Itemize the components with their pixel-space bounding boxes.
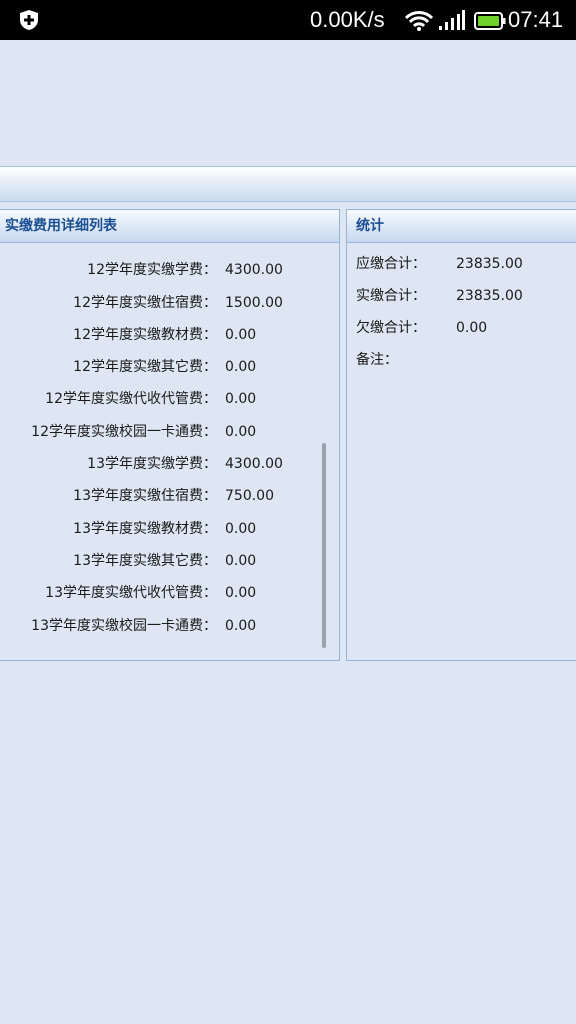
network-speed: 0.00K/s [310,7,385,32]
payable-total-label: 应缴合计： [356,256,426,272]
paid-total-row: 实缴合计： 23835.00 [356,286,523,306]
owed-total-label: 欠缴合计： [356,320,426,336]
item-value: 0.00 [225,585,257,602]
item-label: 13学年度实缴学费： [87,456,217,473]
summary-panel: 统计 应缴合计： 23835.00 实缴合计： 23835.00 欠缴合计： 0… [346,209,576,661]
paid-total-label: 实缴合计： [356,288,426,304]
toolbar-bar [0,166,576,202]
item-value: 1500.00 [225,294,283,311]
list-item: 13学年度实缴住宿费： 750.00 [0,480,339,512]
owed-total-row: 欠缴合计： 0.00 [356,318,487,338]
list-item: 13学年度实缴校园一卡通费： 0.00 [0,610,339,642]
list-item-partial: 11学年度实缴校园一卡通费： 0.00 [0,244,339,254]
item-value: 0.00 [225,391,257,408]
details-scrollbar[interactable] [322,443,326,648]
clock: 07:41 [508,7,564,32]
item-value: 0.00 [225,552,257,569]
item-label: 11学年度实缴校园一卡通费： [31,244,217,254]
item-value: 0.00 [225,520,257,537]
item-value: 0.00 [225,326,257,343]
item-value: 750.00 [225,488,274,505]
list-item: 12学年度实缴学费： 4300.00 [0,254,339,286]
item-label: 12学年度实缴教材费： [73,326,217,343]
list-item: 13学年度实缴教材费： 0.00 [0,513,339,545]
paid-total-value: 23835.00 [456,288,523,304]
item-value: 0.00 [225,423,257,440]
item-label: 12学年度实缴其它费： [73,359,217,376]
item-value: 0.00 [225,244,256,254]
list-item: 12学年度实缴教材费： 0.00 [0,319,339,351]
details-list[interactable]: 11学年度实缴校园一卡通费： 0.00 12学年度实缴学费： 4300.00 1… [0,244,339,660]
shield-plus-icon [20,10,38,30]
status-bar: 0.00K/s 07:41 [0,0,576,40]
item-label: 13学年度实缴住宿费： [73,488,217,505]
signal-icon [439,10,465,30]
item-label: 12学年度实缴校园一卡通费： [31,423,217,440]
item-label: 13学年度实缴其它费： [73,552,217,569]
list-item: 13学年度实缴其它费： 0.00 [0,545,339,577]
wifi-icon [404,11,434,31]
payable-total-value: 23835.00 [456,256,523,272]
item-label: 13学年度实缴教材费： [73,520,217,537]
owed-total-value: 0.00 [456,320,488,336]
details-panel-title: 实缴费用详细列表 [0,210,339,243]
list-item: 13学年度实缴学费： 4300.00 [0,448,339,480]
remark-row: 备注： [356,350,398,370]
item-value: 4300.00 [225,456,283,473]
battery-icon [474,12,506,30]
summary-panel-title: 统计 [347,210,576,243]
item-value: 4300.00 [225,262,283,279]
item-label: 13学年度实缴代收代管费： [45,585,217,602]
list-item: 13学年度实缴代收代管费： 0.00 [0,577,339,609]
item-value: 0.00 [225,617,257,634]
item-label: 13学年度实缴校园一卡通费： [31,617,217,634]
list-item: 12学年度实缴住宿费： 1500.00 [0,287,339,319]
item-label: 12学年度实缴学费： [87,262,217,279]
list-item: 12学年度实缴校园一卡通费： 0.00 [0,416,339,448]
item-value: 0.00 [225,359,257,376]
payable-total-row: 应缴合计： 23835.00 [356,254,523,274]
details-panel: 实缴费用详细列表 11学年度实缴校园一卡通费： 0.00 12学年度实缴学费： … [0,209,340,661]
list-item: 12学年度实缴代收代管费： 0.00 [0,383,339,415]
list-item: 12学年度实缴其它费： 0.00 [0,351,339,383]
item-label: 12学年度实缴代收代管费： [45,391,217,408]
item-label: 12学年度实缴住宿费： [73,294,217,311]
remark-label: 备注： [356,352,398,368]
